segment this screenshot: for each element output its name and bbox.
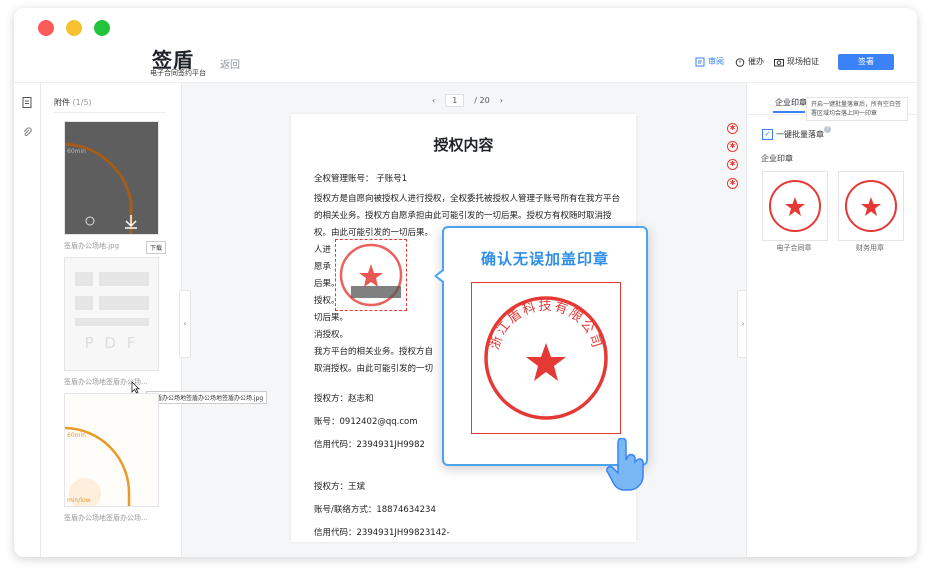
download-hint: 下载	[146, 241, 167, 254]
next-page-button[interactable]: ›	[500, 96, 503, 105]
batch-stamp-checkbox[interactable]: ✓	[762, 129, 773, 140]
hand-pointer-icon	[606, 438, 644, 491]
svg-text:min/low: min/low	[67, 497, 91, 504]
timer-icon	[735, 57, 745, 67]
image-preview: 60min	[64, 142, 137, 234]
svg-text:60min: 60min	[67, 148, 86, 155]
company-seal-image: 浙江盾科技有限公司	[484, 296, 608, 420]
pdf-label: P D F	[84, 334, 139, 352]
seal-card-finance[interactable]	[838, 171, 904, 241]
back-link[interactable]: 返回	[220, 56, 240, 71]
party-a-account: 账号：0912402@qq.com	[314, 417, 418, 427]
seal-image	[845, 180, 897, 232]
party-b-name: 授权方：王斌	[314, 482, 366, 492]
attachment-thumb-1[interactable]: 60min	[64, 121, 159, 235]
top-bar: 签盾 电子合同签约平台 返回 审阅 催办 现场拍证 签署	[14, 8, 917, 83]
maximize-window-button[interactable]	[94, 20, 110, 36]
page-total: / 20	[474, 96, 490, 105]
seal-section-title: 企业印章	[761, 154, 793, 163]
remind-button[interactable]: 催办	[735, 56, 764, 67]
doc-line: 人进	[314, 245, 332, 255]
attachment-caption-3: 签盾办公场地签盾办公场...	[64, 514, 148, 522]
party-a-name: 授权方：赵志和	[314, 394, 374, 404]
pdf-file-icon	[75, 272, 149, 326]
sign-area-marker[interactable]: ✱	[727, 159, 738, 170]
left-rail	[14, 83, 41, 557]
drag-shadow	[351, 286, 401, 298]
document-icon[interactable]	[22, 97, 32, 108]
image-preview: 60min min/low	[64, 426, 131, 510]
doc-line: 消授权。	[314, 330, 349, 340]
doc-line: 我方平台的相关业务。授权方自	[314, 347, 434, 357]
attachment-icon[interactable]	[22, 127, 32, 138]
stamp-confirm-popup[interactable]: 确认无误加盖印章 浙江盾科技有限公司	[434, 226, 648, 491]
mouse-pointer-icon	[131, 381, 140, 394]
seal-panel: 企业印章 ✓ 一键批量落章 ? 企业印章 电子合同章 财务用章	[746, 83, 917, 557]
minimize-window-button[interactable]	[66, 20, 82, 36]
party-b-credit: 信用代码：2394931JH99823142-	[314, 528, 450, 538]
attachment-header: 附件 (1/5)	[54, 97, 92, 108]
attachment-count: (1/5)	[72, 98, 92, 107]
collapse-left-button[interactable]: ‹	[179, 290, 191, 358]
camera-icon	[774, 58, 784, 66]
doc-line: 全权管理账号： 子账号1	[314, 174, 408, 184]
app-window: 签盾 电子合同签约平台 返回 审阅 催办 现场拍证 签署 附件 (1/5) 60…	[14, 8, 917, 557]
sign-area-marker[interactable]: ✱	[727, 178, 738, 189]
audit-button[interactable]: 审阅	[695, 56, 724, 67]
attachment-thumb-2[interactable]: P D F	[64, 257, 159, 371]
prev-page-button[interactable]: ‹	[432, 96, 435, 105]
batch-stamp-tooltip: 开启一键批量落章后，所有空白签署区域均会落上同一印章	[806, 97, 908, 121]
attachment-sidebar: 附件 (1/5) 60min 下载 签盾办公场地.jpg P D F 签盾办公场…	[41, 83, 268, 557]
divider	[54, 112, 166, 113]
party-b-account: 账号/联络方式：18874634234	[314, 505, 436, 515]
page-navigator: ‹ 1 / 20 ›	[432, 94, 503, 107]
stamp-seal-image	[339, 243, 403, 307]
tab-enterprise-seal[interactable]: 企业印章	[775, 97, 807, 108]
sign-area-marker[interactable]: ✱	[727, 123, 738, 134]
onsite-photo-label: 现场拍证	[787, 57, 819, 66]
popup-stamp-frame[interactable]: 浙江盾科技有限公司	[471, 282, 621, 434]
doc-line: 的相关业务。授权方自愿承担由此可能引发的一切后果。授权方有权随时取消授	[314, 211, 612, 221]
seal-caption-finance: 财务用章	[856, 244, 884, 252]
party-a-credit: 信用代码：2394931JH9982	[314, 440, 425, 450]
active-tab-indicator	[773, 111, 805, 113]
audit-icon	[695, 57, 705, 66]
batch-stamp-label: 一键批量落章	[776, 130, 824, 139]
doc-line: 切后果。	[314, 313, 349, 323]
sign-button[interactable]: 签署	[838, 54, 894, 70]
doc-line: 授权方是自愿向被授权人进行授权，全权委托被授权人管理子账号所有在我方平台	[314, 194, 621, 204]
svg-text:60min: 60min	[67, 432, 86, 439]
remind-label: 催办	[748, 57, 764, 66]
popup-title: 确认无误加盖印章	[480, 250, 609, 268]
audit-label: 审阅	[708, 57, 724, 66]
popup-pointer-inner	[437, 270, 445, 282]
onsite-photo-button[interactable]: 现场拍证	[774, 56, 819, 67]
close-window-button[interactable]	[38, 20, 54, 36]
placed-stamp-area[interactable]	[335, 239, 407, 311]
seal-card-contract[interactable]	[762, 171, 828, 241]
seal-image	[769, 180, 821, 232]
filename-tooltip: 签盾办公场地签盾办公场地签盾办公场.jpg	[146, 391, 268, 404]
attachment-thumb-3[interactable]: 60min min/low	[64, 393, 159, 510]
attachment-title: 附件	[54, 98, 70, 107]
sign-area-marker[interactable]: ✱	[727, 141, 738, 152]
doc-line: 愿承	[314, 262, 332, 272]
help-icon[interactable]: ?	[824, 126, 831, 133]
seal-caption-contract: 电子合同章	[776, 244, 812, 252]
document-title: 授权内容	[433, 136, 494, 154]
doc-line: 取消授权。由此可能引发的一切	[314, 364, 434, 374]
attachment-caption-1: 签盾办公场地.jpg	[64, 242, 120, 250]
doc-line: 权。由此可能引发的一切后果。	[314, 228, 434, 238]
logo-subtitle: 电子合同签约平台	[150, 69, 206, 77]
page-input[interactable]: 1	[445, 94, 465, 107]
